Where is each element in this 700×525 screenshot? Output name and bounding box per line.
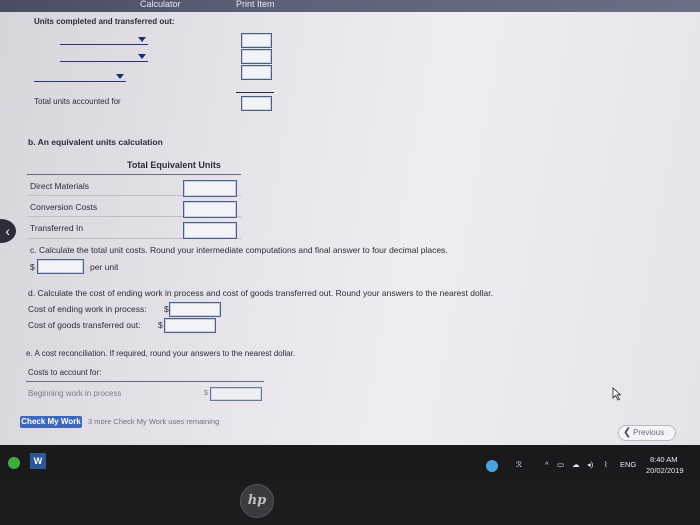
transferred-out-input[interactable] bbox=[164, 318, 216, 333]
reconciliation-rule bbox=[26, 381, 264, 382]
chevron-down-icon bbox=[138, 54, 146, 59]
cursor-icon bbox=[612, 387, 622, 401]
costs-to-account-label: Costs to account for: bbox=[28, 368, 102, 377]
units-input-2[interactable] bbox=[241, 49, 272, 64]
clock-time[interactable]: 8:40 AM bbox=[650, 455, 678, 464]
language-indicator[interactable]: ENG bbox=[620, 460, 636, 469]
remaining-uses-text: 3 more Check My Work uses remaining bbox=[88, 417, 220, 426]
eq-units-conversion-costs-input[interactable] bbox=[183, 201, 237, 218]
previous-label: Previous bbox=[633, 428, 665, 437]
total-rule bbox=[236, 92, 274, 93]
battery-icon[interactable]: ▭ bbox=[557, 460, 564, 469]
per-unit-label: per unit bbox=[90, 262, 119, 272]
chevron-up-icon[interactable]: ^ bbox=[545, 460, 549, 469]
units-completed-label: Units completed and transferred out: bbox=[34, 17, 175, 26]
taskbar: W ℛ ^ ▭ ☁ ◂) ⌇ ENG 8:40 AM 20/02/2019 bbox=[0, 445, 700, 482]
chevron-down-icon bbox=[138, 37, 146, 42]
beginning-wip-label: Beginning work in process bbox=[28, 389, 122, 398]
row-label-transferred-in: Transferred In bbox=[30, 223, 84, 233]
section-c-text: c. Calculate the total unit costs. Round… bbox=[30, 245, 448, 255]
row-label-conversion-costs: Conversion Costs bbox=[30, 202, 98, 212]
browser-screen: Calculator Print Item Units completed an… bbox=[0, 0, 700, 445]
ending-wip-label: Cost of ending work in process: bbox=[28, 304, 147, 314]
header-rule bbox=[27, 174, 241, 175]
calculator-link[interactable]: Calculator bbox=[140, 0, 181, 9]
chevron-down-icon bbox=[116, 74, 124, 79]
units-input-3[interactable] bbox=[241, 65, 272, 80]
currency-symbol: $ bbox=[204, 390, 208, 397]
section-d-text: d. Calculate the cost of ending work in … bbox=[28, 288, 493, 298]
word-icon[interactable]: W bbox=[30, 453, 46, 469]
network-globe-icon[interactable] bbox=[486, 460, 498, 472]
clock-date[interactable]: 20/02/2019 bbox=[646, 466, 684, 475]
section-e-text: e. A cost reconciliation. If required, r… bbox=[26, 349, 296, 358]
cloud-icon[interactable]: ☁ bbox=[572, 460, 580, 469]
volume-icon[interactable]: ◂) bbox=[587, 460, 593, 469]
eq-units-transferred-in-input[interactable] bbox=[183, 222, 237, 239]
units-dropdown-1[interactable] bbox=[60, 35, 148, 45]
chevron-left-icon: ❮ bbox=[623, 427, 632, 438]
units-dropdown-2[interactable] bbox=[60, 52, 148, 62]
units-dropdown-3[interactable] bbox=[34, 72, 126, 82]
transferred-out-label: Cost of goods transferred out: bbox=[28, 320, 141, 330]
hp-logo: hp bbox=[240, 484, 274, 518]
print-item-link[interactable]: Print Item bbox=[236, 0, 275, 9]
people-icon[interactable]: ℛ bbox=[516, 460, 522, 469]
total-units-input[interactable] bbox=[241, 96, 272, 111]
currency-symbol: $ bbox=[158, 320, 163, 330]
unit-cost-input[interactable] bbox=[37, 259, 84, 274]
section-b-title: b. An equivalent units calculation bbox=[28, 137, 163, 147]
row-label-direct-materials: Direct Materials bbox=[30, 181, 90, 191]
currency-symbol: $ bbox=[30, 262, 35, 272]
total-units-label: Total units accounted for bbox=[34, 97, 121, 106]
equivalent-units-header: Total Equivalent Units bbox=[127, 160, 221, 170]
beginning-wip-input[interactable] bbox=[210, 387, 262, 401]
ending-wip-input[interactable] bbox=[169, 302, 221, 317]
units-input-1[interactable] bbox=[241, 33, 272, 48]
left-nav-arrow[interactable]: ‹ bbox=[0, 219, 16, 243]
previous-button[interactable]: ❮ Previous bbox=[618, 425, 676, 441]
top-toolbar: Calculator Print Item bbox=[0, 0, 700, 12]
check-my-work-button[interactable]: Check My Work bbox=[20, 416, 82, 428]
app-icon[interactable] bbox=[8, 457, 20, 469]
wifi-icon[interactable]: ⌇ bbox=[604, 460, 608, 469]
eq-units-direct-materials-input[interactable] bbox=[183, 180, 237, 197]
